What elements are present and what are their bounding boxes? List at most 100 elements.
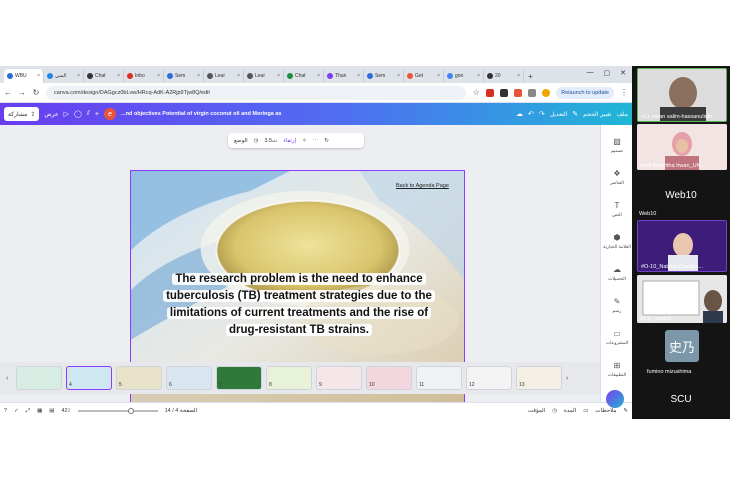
slide-thumbnail[interactable]: 13 [516,366,562,390]
menu-icon[interactable]: ⋮ [620,88,628,97]
duration-label[interactable]: المدة [564,408,576,414]
timer-button[interactable]: المؤقت [528,408,545,414]
forward-icon[interactable]: → [18,88,26,97]
stats-icon[interactable]: ⫽ [87,110,90,118]
maximize-icon[interactable]: ▢ [604,69,611,77]
zoom-slider[interactable] [77,408,158,414]
scroll-left-icon[interactable]: ‹ [6,375,12,382]
tab-close-icon[interactable]: × [517,73,520,79]
check-icon[interactable]: ✓ [14,408,19,414]
extension-icon[interactable] [514,88,523,97]
zoom-level[interactable]: 42٪ [61,408,70,414]
present-button[interactable]: عرض [44,111,58,118]
extension-icon[interactable] [528,88,537,97]
share-button[interactable]: مشاركة ⇪ [4,107,40,121]
url-field[interactable]: canva.com/design/DAGgcz0bLvw/HRcq-AdK-A2… [46,85,467,100]
animate-button[interactable]: إرتقاء [283,138,296,144]
tab-close-icon[interactable]: × [197,73,200,79]
pencil-icon[interactable]: ✎ [572,110,578,118]
document-title[interactable]: ...nd objectives Potential of virgin coc… [121,111,281,117]
browser-tab[interactable]: Lear × [244,69,284,83]
tab-close-icon[interactable]: × [477,73,480,79]
profile-icon[interactable] [542,88,551,97]
undo-icon[interactable]: ↶ [528,110,534,118]
slide-thumbnail[interactable]: 9 [316,366,362,390]
side-panel-item[interactable]: ⬢ العلامة التجارية [601,233,632,250]
help-icon[interactable]: ? [4,408,7,414]
resize-menu[interactable]: تغيير الحجم [583,111,611,118]
browser-tab[interactable]: WBU × [4,69,44,83]
extension-icon[interactable] [500,88,509,97]
tab-close-icon[interactable]: × [437,73,440,79]
scroll-right-icon[interactable]: › [566,375,572,382]
magic-assistant-button[interactable] [606,390,624,408]
back-to-agenda-link[interactable]: Back to Agenda Page [396,183,449,189]
slide-thumbnail[interactable]: 11 [416,366,462,390]
position-button[interactable]: الوضع [234,138,248,144]
page-indicator[interactable]: الصفحة 4 / 14 [165,408,198,414]
back-icon[interactable]: ← [4,88,12,97]
slide-thumbnail[interactable]: 10 [366,366,412,390]
screen-icon[interactable]: ▭ [583,408,588,414]
participant-tile[interactable]: SCU_zoom2 [637,275,727,323]
slide-body-text[interactable]: The research problem is the need to enha… [143,271,455,339]
redo-icon[interactable]: ↷ [539,110,545,118]
slide-thumbnail[interactable]: 12 [466,366,512,390]
reload-icon[interactable]: ↻ [32,88,40,97]
browser-tab[interactable]: Get × [404,69,444,83]
grid-view-icon[interactable]: ▦ [37,408,42,414]
participant-tile[interactable]: Andi Masyitha Irwan_UN... [637,124,727,170]
more-icon[interactable]: ⋯ [313,138,319,144]
browser-tab[interactable]: Inbo × [124,69,164,83]
participant-tile[interactable]: o11-eman salim-hassanulidin [637,68,727,122]
refresh-icon[interactable]: ↻ [324,138,329,144]
zoom-slider-handle[interactable] [127,408,134,414]
avatar[interactable]: e [104,108,117,120]
edit-menu[interactable]: التعديل [550,111,568,118]
notes-icon[interactable]: ✎ [623,408,628,414]
slide-thumbnail[interactable]: 4 [66,366,112,390]
tab-close-icon[interactable]: × [277,73,280,79]
comment-icon[interactable]: ◯ [74,110,82,118]
browser-tab[interactable]: 20 × [484,69,524,83]
side-panel-item[interactable]: ☁ التحميلات [601,265,632,282]
tab-close-icon[interactable]: × [77,73,80,79]
tab-close-icon[interactable]: × [237,73,240,79]
browser-tab[interactable]: goo × [444,69,484,83]
tab-close-icon[interactable]: × [357,73,360,79]
browser-tab[interactable]: Sem × [164,69,204,83]
slide-thumbnail[interactable] [16,366,62,390]
side-panel-item[interactable]: T النص [601,201,632,218]
close-window-icon[interactable]: ✕ [620,69,626,77]
browser-tab[interactable]: Chat × [84,69,124,83]
side-panel-item[interactable]: ▧ تصميم [601,137,632,154]
side-panel-item[interactable]: ✎ رسم [601,297,632,314]
tab-close-icon[interactable]: × [117,73,120,79]
participant-tile[interactable]: #O-10_Natcha Chaikha... [637,220,727,272]
slide-thumbnail[interactable]: 5 [116,366,162,390]
relaunch-button[interactable]: Relaunch to update [556,86,614,99]
timer-icon[interactable]: ◷ [552,408,557,414]
slide-thumbnail[interactable]: 7 [216,366,262,390]
browser-tab[interactable]: السي × [44,69,84,83]
browser-tab[interactable]: Lear × [204,69,244,83]
tab-close-icon[interactable]: × [37,73,40,79]
play-icon[interactable]: ▷ [64,110,69,118]
side-panel-item[interactable]: ⊞ التطبيقات [601,361,632,378]
tab-close-icon[interactable]: × [317,73,320,79]
file-menu[interactable]: ملف [617,111,628,118]
slide-thumbnail[interactable]: 8 [266,366,312,390]
duration-button[interactable]: 3.5ث [264,138,277,144]
tab-close-icon[interactable]: × [157,73,160,79]
notes-button[interactable]: ملاحظات [595,408,616,414]
extension-icon[interactable] [486,88,495,97]
slide-thumbnail[interactable]: 6 [166,366,212,390]
participant-tile[interactable]: 史乃 fumino mizushima [637,326,727,376]
browser-tab[interactable]: Than × [324,69,364,83]
add-icon[interactable]: + [95,111,99,118]
browser-tab[interactable]: Chat × [284,69,324,83]
minimize-icon[interactable]: — [587,69,594,77]
cloud-icon[interactable]: ☁ [516,110,523,118]
magic-icon[interactable]: ✧ [302,138,307,144]
side-panel-item[interactable]: ❖ العناصر [601,169,632,186]
